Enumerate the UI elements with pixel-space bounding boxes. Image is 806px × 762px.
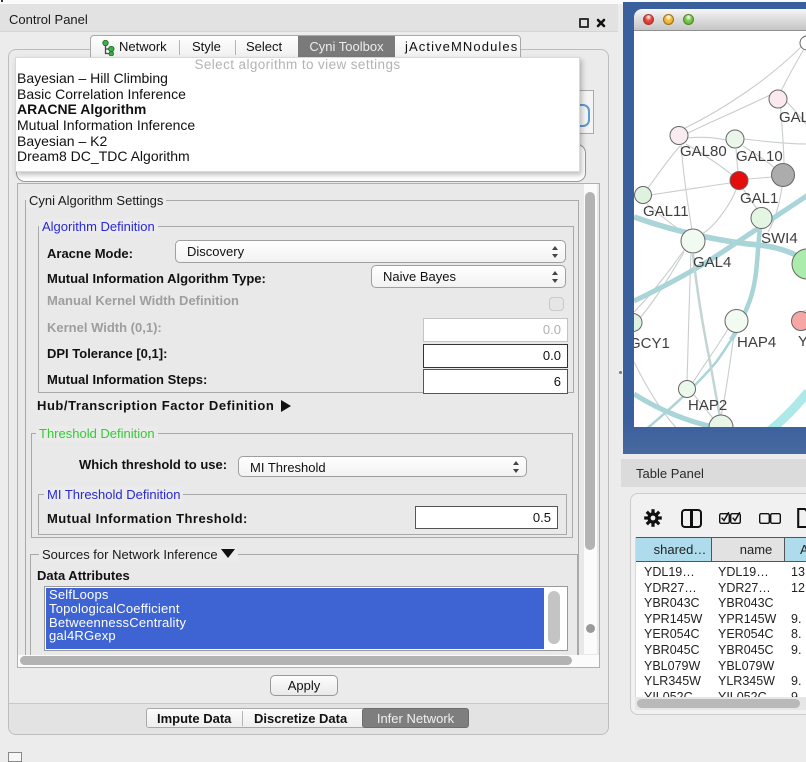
svg-text:SWI4: SWI4 (761, 230, 798, 247)
svg-text:GAL7: GAL7 (779, 109, 806, 126)
svg-text:GAL10: GAL10 (736, 148, 783, 165)
svg-text:HAP2: HAP2 (688, 397, 727, 414)
svg-text:HAP4: HAP4 (737, 334, 776, 351)
svg-text:Y: Y (798, 333, 806, 350)
svg-text:GAL80: GAL80 (680, 143, 727, 160)
svg-text:GAL1: GAL1 (740, 190, 778, 207)
svg-text:GAL11: GAL11 (643, 203, 689, 220)
svg-text:GAL4: GAL4 (693, 254, 731, 271)
svg-text:GCY1: GCY1 (634, 335, 670, 352)
